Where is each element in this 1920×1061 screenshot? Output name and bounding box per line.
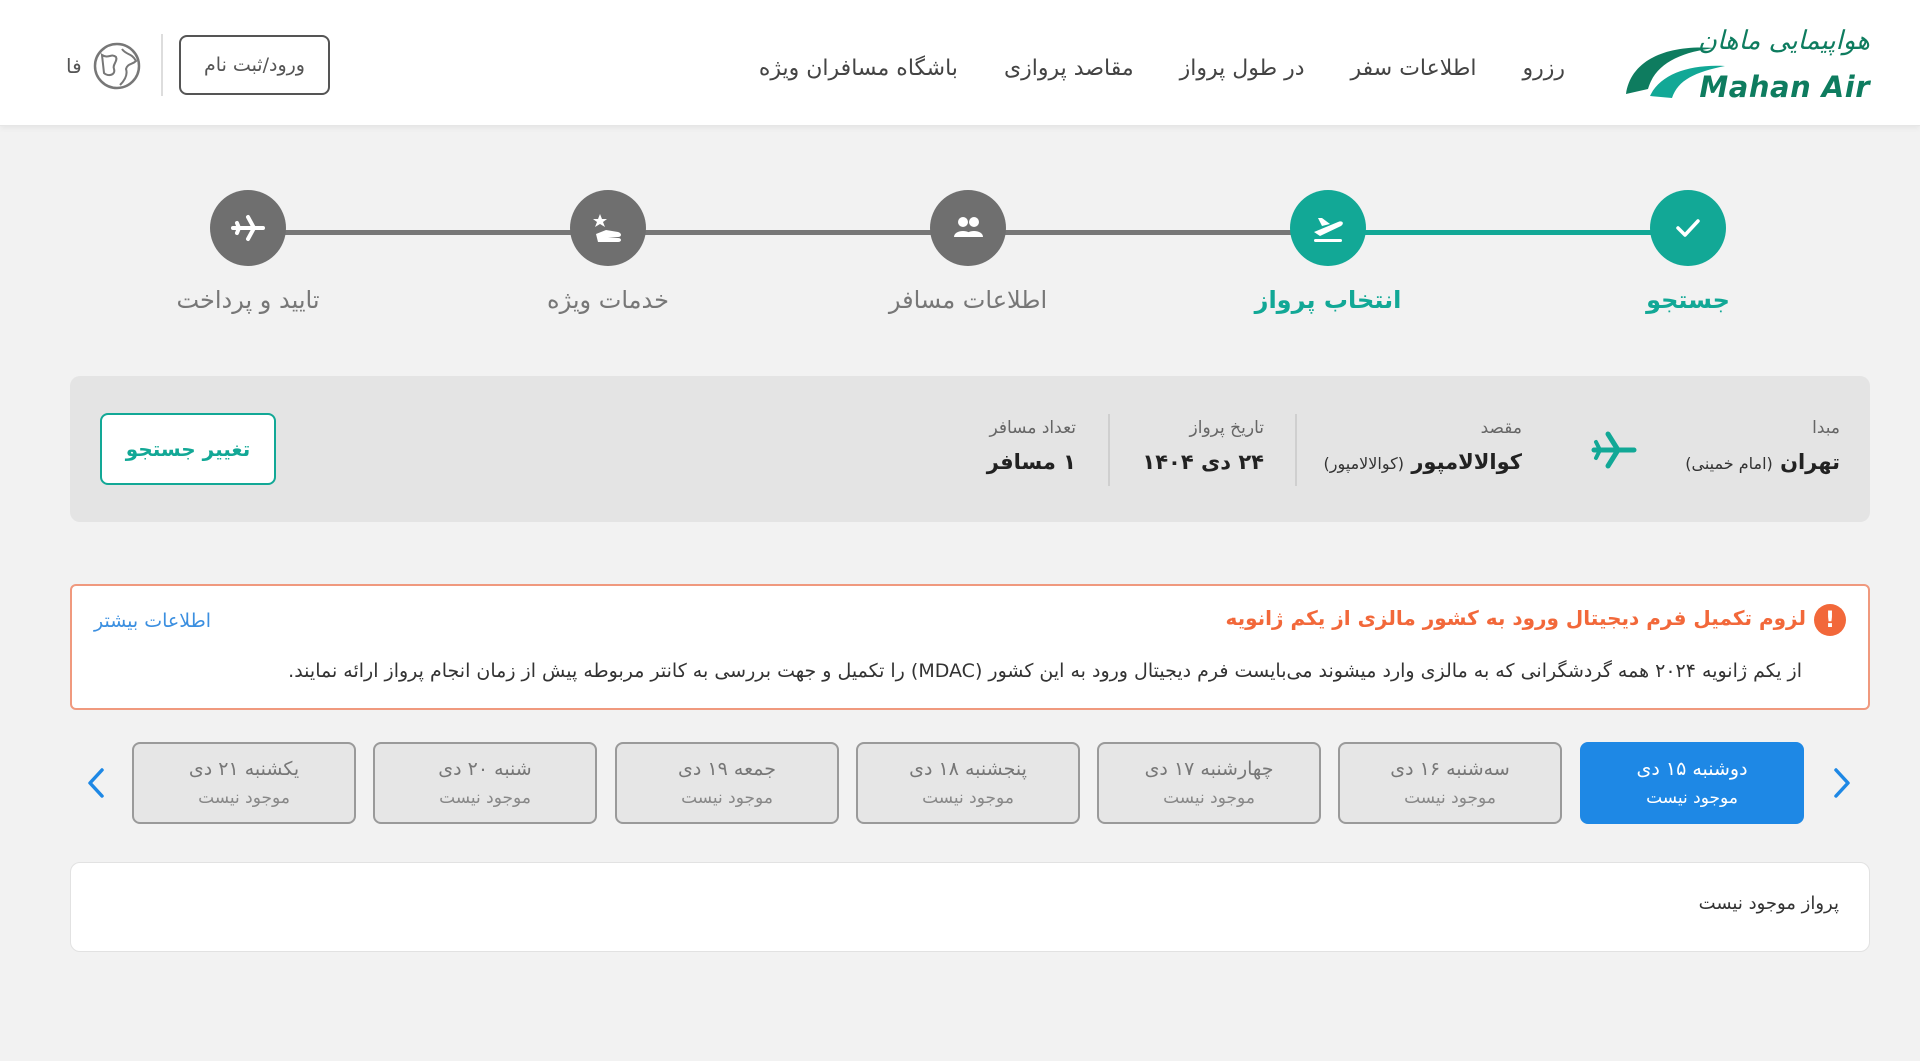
origin-value-row: تهران (امام خمینی) — [1685, 450, 1840, 474]
date-card-day: شنبه ۲۰ دی — [438, 758, 532, 780]
step-confirm-payment[interactable]: تایید و پرداخت — [148, 190, 348, 314]
logo-text-english: Mahan Air — [1699, 70, 1870, 104]
notice-body: از یکم ژانویه ۲۰۲۴ همه گردشگرانی که به م… — [288, 660, 1802, 682]
origin-field: مبدا تهران (امام خمینی) — [1685, 418, 1840, 474]
destination-airport: (کوالالامپور) — [1323, 454, 1404, 473]
nav-item-travel-info[interactable]: اطلاعات سفر — [1351, 56, 1477, 81]
nav-item-in-flight[interactable]: در طول پرواز — [1180, 56, 1305, 81]
special-services-icon — [593, 214, 621, 242]
date-card-day: سه‌شنبه ۱۶ دی — [1390, 758, 1510, 780]
date-card-day: یکشنبه ۲۱ دی — [188, 758, 300, 780]
step-label: خدمات ویژه — [547, 286, 669, 314]
departure-icon — [1314, 218, 1343, 242]
step-circle — [1650, 190, 1726, 266]
prev-dates-arrow[interactable] — [76, 760, 116, 806]
summary-divider — [1108, 414, 1110, 486]
step-circle — [570, 190, 646, 266]
destination-value: کوالالامپور — [1411, 450, 1522, 474]
date-card-status: موجود نیست — [198, 788, 290, 808]
passengers-icon — [954, 217, 983, 237]
date-card-status: موجود نیست — [922, 788, 1014, 808]
header-divider — [161, 34, 163, 96]
nav-item-destinations[interactable]: مقاصد پروازی — [1004, 56, 1134, 81]
nav-item-loyalty-club[interactable]: باشگاه مسافران ویژه — [759, 56, 958, 81]
flight-results: پرواز موجود نیست — [70, 862, 1870, 952]
origin-label: مبدا — [1812, 418, 1840, 438]
date-label: تاریخ پرواز — [1189, 418, 1264, 438]
check-icon — [1676, 219, 1700, 237]
date-card[interactable]: جمعه ۱۹ دی موجود نیست — [615, 742, 839, 824]
notice-title: لزوم تکمیل فرم دیجیتال ورود به کشور مالز… — [1225, 606, 1806, 630]
date-card-day: دوشنبه ۱۵ دی — [1636, 758, 1748, 780]
summary-divider — [1295, 414, 1297, 486]
date-value: ۲۴ دی ۱۴۰۴ — [1142, 450, 1264, 474]
language-label: فا — [66, 54, 82, 78]
next-dates-arrow[interactable] — [1822, 760, 1862, 806]
step-search[interactable]: جستجو — [1588, 190, 1788, 314]
date-card[interactable]: سه‌شنبه ۱۶ دی موجود نیست — [1338, 742, 1562, 824]
no-flight-message: پرواز موجود نیست — [1698, 893, 1839, 914]
step-label: جستجو — [1646, 286, 1730, 314]
alert-icon: ! — [1814, 604, 1846, 636]
date-card[interactable]: پنجشنبه ۱۸ دی موجود نیست — [856, 742, 1080, 824]
flight-plane-icon — [1591, 431, 1637, 469]
date-card-status: موجود نیست — [1404, 788, 1496, 808]
logo-text-persian: هواپیمایی ماهان — [1697, 26, 1870, 56]
date-card-status: موجود نیست — [1646, 788, 1738, 808]
step-circle — [210, 190, 286, 266]
step-label: تایید و پرداخت — [176, 286, 320, 314]
more-info-link[interactable]: اطلاعات بیشتر — [94, 610, 211, 632]
step-special-services[interactable]: خدمات ویژه — [508, 190, 708, 314]
step-label: اطلاعات مسافر — [888, 286, 1048, 314]
date-card-status: موجود نیست — [439, 788, 531, 808]
date-card-day: چهارشنبه ۱۷ دی — [1144, 758, 1274, 780]
change-search-button[interactable]: تغییر جستجو — [100, 413, 276, 485]
passengers-field: تعداد مسافر ۱ مسافر — [987, 418, 1076, 474]
destination-label: مقصد — [1480, 418, 1522, 438]
language-switcher[interactable]: فا — [66, 40, 142, 92]
plane-icon — [231, 215, 265, 241]
date-card-status: موجود نیست — [1163, 788, 1255, 808]
date-card[interactable]: دوشنبه ۱۵ دی موجود نیست — [1580, 742, 1804, 824]
chevron-right-icon — [1834, 768, 1850, 798]
date-card[interactable]: شنبه ۲۰ دی موجود نیست — [373, 742, 597, 824]
date-card[interactable]: یکشنبه ۲۱ دی موجود نیست — [132, 742, 356, 824]
main-nav: رزرو اطلاعات سفر در طول پرواز مقاصد پروا… — [713, 50, 1565, 86]
date-slider: دوشنبه ۱۵ دی موجود نیست سه‌شنبه ۱۶ دی مو… — [0, 740, 1920, 826]
chevron-left-icon — [88, 768, 104, 798]
mdac-notice: ! لزوم تکمیل فرم دیجیتال ورود به کشور ما… — [70, 584, 1870, 710]
date-card-status: موجود نیست — [681, 788, 773, 808]
date-card-day: پنجشنبه ۱۸ دی — [909, 758, 1027, 780]
date-card-day: جمعه ۱۹ دی — [678, 758, 776, 780]
mahan-air-logo[interactable]: هواپیمایی ماهان Mahan Air — [1620, 26, 1870, 106]
step-circle — [1290, 190, 1366, 266]
passengers-label: تعداد مسافر — [989, 418, 1076, 438]
origin-airport: (امام خمینی) — [1685, 454, 1773, 473]
login-register-button[interactable]: ورود/ثبت نام — [179, 35, 330, 95]
nav-item-booking[interactable]: رزرو — [1523, 56, 1566, 81]
passengers-value: ۱ مسافر — [986, 450, 1076, 474]
search-summary: مبدا تهران (امام خمینی) مقصد کوالالامپور… — [70, 376, 1870, 522]
step-passenger-info[interactable]: اطلاعات مسافر — [868, 190, 1068, 314]
step-circle — [930, 190, 1006, 266]
destination-field: مقصد کوالالامپور (کوالالامپور) — [1324, 418, 1522, 474]
destination-value-row: کوالالامپور (کوالالامپور) — [1324, 450, 1522, 474]
top-header: هواپیمایی ماهان Mahan Air رزرو اطلاعات س… — [0, 0, 1920, 126]
step-label: انتخاب پرواز — [1254, 286, 1402, 314]
date-card[interactable]: چهارشنبه ۱۷ دی موجود نیست — [1097, 742, 1321, 824]
stepper-line-pending — [250, 230, 1330, 235]
step-select-flight[interactable]: انتخاب پرواز — [1228, 190, 1428, 314]
origin-value: تهران — [1780, 450, 1840, 474]
globe-icon — [93, 42, 140, 90]
booking-stepper: جستجو انتخاب پرواز اطلاعات مسافر خدمات و… — [0, 190, 1920, 330]
date-field: تاریخ پرواز ۲۴ دی ۱۴۰۴ — [1142, 418, 1264, 474]
